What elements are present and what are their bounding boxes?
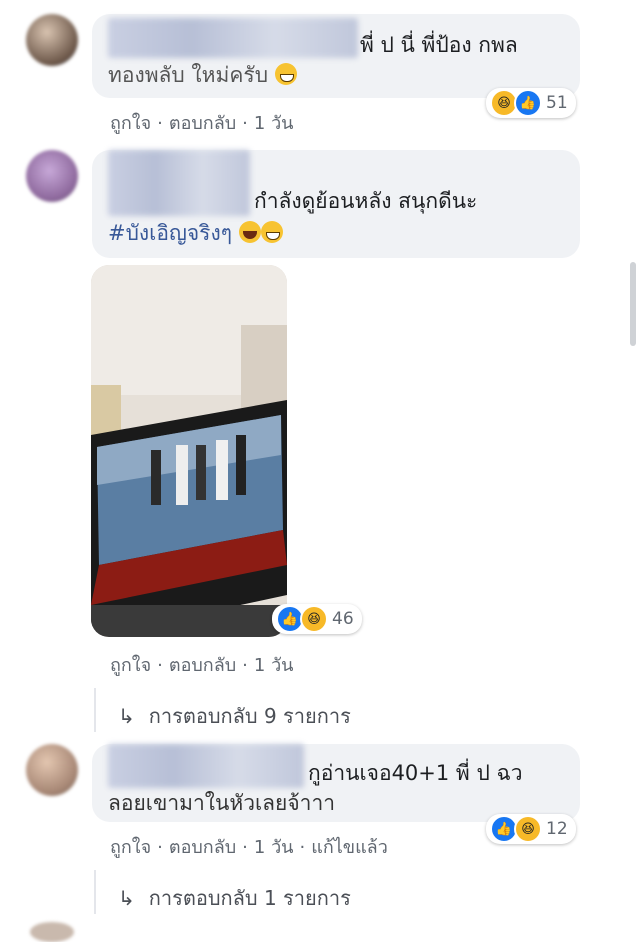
like-icon: 👍: [514, 89, 542, 117]
reply-link[interactable]: ตอบกลับ: [169, 655, 236, 676]
view-replies-link[interactable]: ↳ การตอบกลับ 1 รายการ: [118, 882, 351, 914]
comment-photo[interactable]: [91, 265, 287, 637]
scrollbar[interactable]: [630, 262, 636, 346]
reaction-count: 12: [546, 819, 568, 839]
reply-arrow-icon: ↳: [118, 704, 135, 728]
edited-label[interactable]: แก้ไขแล้ว: [311, 837, 388, 858]
thread-line: [94, 870, 96, 914]
comment-text-line: กำลังดูย้อนหลัง สนุกดีนะ: [254, 189, 478, 213]
timestamp-link[interactable]: 1 วัน: [254, 113, 294, 134]
avatar[interactable]: [26, 14, 78, 66]
comment-actions: ถูกใจ · ตอบกลับ · 1 วัน · แก้ไขแล้ว: [110, 837, 388, 858]
reaction-summary[interactable]: 😆 👍 51: [486, 88, 576, 118]
hashtag-link[interactable]: #บังเอิญจริงๆ: [108, 221, 232, 245]
laughing-emoji: [238, 221, 261, 243]
haha-icon: 😆: [514, 815, 542, 843]
like-link[interactable]: ถูกใจ: [110, 837, 151, 858]
grin-emoji: [274, 63, 297, 85]
timestamp-link[interactable]: 1 วัน: [254, 655, 294, 676]
blurred-author-name[interactable]: [108, 744, 304, 788]
comment-text-line: ทองพลับ ใหม่ครับ: [108, 60, 297, 90]
like-link[interactable]: ถูกใจ: [110, 655, 151, 676]
reply-link[interactable]: ตอบกลับ: [169, 113, 236, 134]
blurred-author-name[interactable]: [108, 150, 250, 216]
comment-text-line: กูอ่านเจอ40+1 พี่ ป ฉว: [308, 761, 523, 785]
haha-icon: 😆: [300, 605, 328, 633]
reaction-summary[interactable]: 👍 😆 12: [486, 814, 576, 844]
comment-actions: ถูกใจ · ตอบกลับ · 1 วัน: [110, 113, 294, 134]
reaction-count: 46: [332, 609, 354, 629]
view-replies-link[interactable]: ↳ การตอบกลับ 9 รายการ: [118, 700, 351, 732]
photo-image: [91, 265, 287, 637]
reply-link[interactable]: ตอบกลับ: [169, 837, 236, 858]
avatar[interactable]: [30, 922, 74, 942]
timestamp-link[interactable]: 1 วัน: [254, 837, 294, 858]
comment-text-line: พี่ ป นี่ พี่ป้อง กพล: [360, 33, 518, 57]
like-link[interactable]: ถูกใจ: [110, 113, 151, 134]
reply-arrow-icon: ↳: [118, 886, 135, 910]
thread-line: [94, 688, 96, 732]
avatar[interactable]: [26, 150, 78, 202]
avatar[interactable]: [26, 744, 78, 796]
grin-emoji: [260, 221, 283, 243]
comment-text-line: ลอยเขามาในหัวเลยจ้าาา: [108, 791, 336, 815]
comment-actions: ถูกใจ · ตอบกลับ · 1 วัน: [110, 655, 294, 676]
blurred-author-name[interactable]: [108, 18, 358, 58]
replies-count-label: การตอบกลับ 1 รายการ: [148, 886, 351, 910]
replies-count-label: การตอบกลับ 9 รายการ: [148, 704, 351, 728]
reaction-summary[interactable]: 👍 😆 46: [272, 604, 362, 634]
comment-text-line: #บังเอิญจริงๆ: [108, 218, 283, 248]
reaction-count: 51: [546, 93, 568, 113]
